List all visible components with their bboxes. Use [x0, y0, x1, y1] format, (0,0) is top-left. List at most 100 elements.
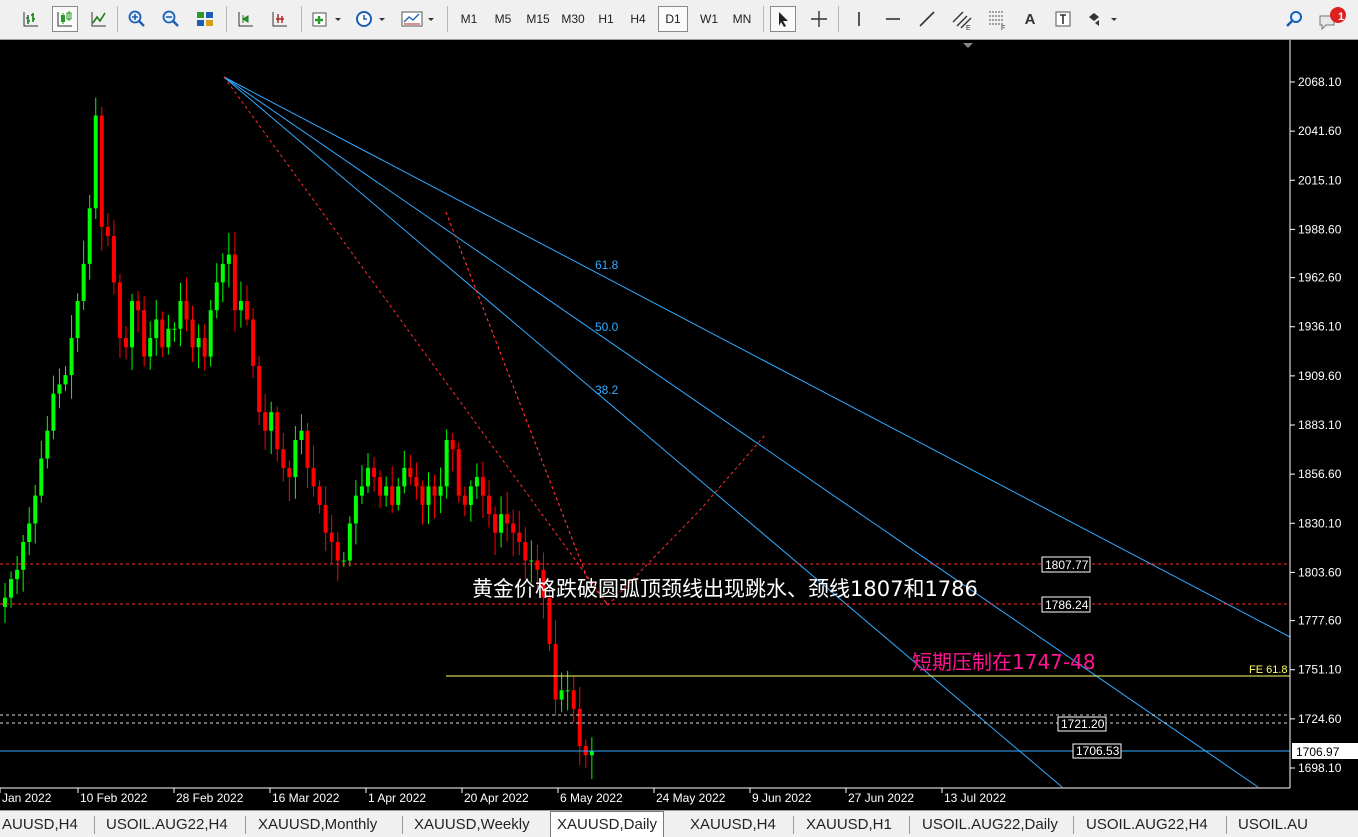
- notifications-icon[interactable]: 1: [1316, 6, 1350, 32]
- candle-body: [480, 477, 485, 496]
- tab-xauusd-h4-b[interactable]: XAUUSD,H4: [690, 813, 776, 837]
- candle-body: [226, 254, 231, 264]
- tab-usoil-aug22-daily[interactable]: USOIL.AUG22,Daily: [922, 813, 1058, 837]
- candle-body: [317, 486, 322, 505]
- candle-body: [402, 467, 407, 487]
- tile-windows-icon[interactable]: [192, 6, 218, 32]
- price-tick-label: 1856.60: [1298, 467, 1342, 481]
- candle-body: [214, 282, 219, 311]
- price-tick-label: 1777.60: [1298, 614, 1342, 628]
- timeframe-h1[interactable]: H1: [592, 6, 620, 32]
- svg-text:F: F: [1001, 25, 1005, 30]
- candle-body: [130, 300, 135, 348]
- price-tick-label: 1936.10: [1298, 320, 1342, 334]
- candle-body: [142, 310, 147, 357]
- candle-body: [390, 486, 395, 505]
- text-label-icon[interactable]: [1050, 6, 1076, 32]
- autoscroll-icon[interactable]: [267, 6, 293, 32]
- tab-xauusd-daily[interactable]: XAUUSD,Daily: [550, 811, 665, 837]
- candle-body: [408, 467, 413, 478]
- tab-usoil-partial[interactable]: USOIL.AU: [1238, 813, 1308, 837]
- timeframe-h4[interactable]: H4: [624, 6, 652, 32]
- candle-body: [281, 449, 286, 468]
- candle-body: [136, 300, 141, 311]
- bar-chart-icon[interactable]: [18, 6, 44, 32]
- candle-body: [341, 560, 346, 562]
- fibonacci-icon[interactable]: F: [984, 6, 1010, 32]
- price-chart[interactable]: 61.8 50.0 38.2 1807.77 1786.24 FE 61.8 1…: [0, 40, 1358, 810]
- timeframe-m1[interactable]: M1: [455, 6, 483, 32]
- zoom-out-icon[interactable]: [158, 6, 184, 32]
- candle-body: [99, 115, 104, 227]
- candle-body: [414, 477, 419, 487]
- price-tick-label: 1883.10: [1298, 418, 1342, 432]
- timeframe-w1[interactable]: W1: [694, 6, 724, 32]
- fan-label-61.8: 61.8: [595, 258, 619, 272]
- candle-body: [517, 532, 522, 542]
- tab-xauusd-weekly[interactable]: XAUUSD,Weekly: [414, 813, 530, 837]
- crosshair-icon[interactable]: [806, 6, 832, 32]
- price-tick-label: 2041.60: [1298, 124, 1342, 138]
- timeframe-mn[interactable]: MN: [727, 6, 757, 32]
- horizontal-line-icon[interactable]: [880, 6, 906, 32]
- candle-body: [293, 440, 298, 478]
- date-tick-label: 27 Jun 2022: [848, 791, 914, 805]
- candle-body: [384, 486, 389, 496]
- timeframe-m15[interactable]: M15: [522, 6, 554, 32]
- candle-body: [117, 282, 122, 339]
- date-tick-label: 6 May 2022: [560, 791, 623, 805]
- new-indicator-icon[interactable]: [308, 6, 344, 32]
- zoom-in-icon[interactable]: [124, 6, 150, 32]
- timeframe-m5[interactable]: M5: [488, 6, 518, 32]
- candle-body: [15, 569, 20, 580]
- equidistant-channel-icon[interactable]: E: [948, 6, 976, 32]
- candle-body: [577, 708, 582, 746]
- tab-xauusd-h4-a[interactable]: AUUSD,H4: [2, 813, 78, 837]
- annotation-neckline: 黄金价格跌破圆弧顶颈线出现跳水、颈线1807和1786: [472, 577, 978, 601]
- price-tick-label: 2015.10: [1298, 173, 1342, 187]
- candle-body: [589, 751, 594, 756]
- cursor-icon[interactable]: [770, 6, 796, 32]
- chart-shift-icon[interactable]: [233, 6, 259, 32]
- label-1706: 1706.53: [1076, 744, 1120, 758]
- date-tick-label: 24 May 2022: [656, 791, 726, 805]
- candle-body: [124, 338, 128, 348]
- text-tool-icon[interactable]: A: [1017, 6, 1043, 32]
- fan-label-38.2: 38.2: [595, 383, 619, 397]
- candle-body: [33, 495, 38, 524]
- label-1786: 1786.24: [1045, 598, 1089, 612]
- search-icon[interactable]: [1282, 6, 1308, 32]
- templates-icon[interactable]: [398, 6, 438, 32]
- timeframe-m30[interactable]: M30: [557, 6, 589, 32]
- candle-body: [529, 560, 534, 562]
- candle-body: [553, 643, 558, 700]
- candle-body: [559, 690, 564, 700]
- date-tick-label: Jan 2022: [2, 791, 52, 805]
- periods-clock-icon[interactable]: [352, 6, 388, 32]
- candle-body: [456, 449, 461, 496]
- tab-usoil-aug22-h4-b[interactable]: USOIL.AUG22,H4: [1086, 813, 1208, 837]
- arrows-icon[interactable]: [1084, 6, 1120, 32]
- timeframe-d1[interactable]: D1: [658, 6, 688, 32]
- candle-body: [499, 514, 504, 533]
- tab-xauusd-h1[interactable]: XAUUSD,H1: [806, 813, 892, 837]
- candle-body: [329, 532, 334, 542]
- candle-body: [366, 467, 370, 487]
- tab-usoil-aug22-h4-a[interactable]: USOIL.AUG22,H4: [106, 813, 228, 837]
- candle-body: [154, 319, 159, 339]
- tab-xauusd-monthly[interactable]: XAUUSD,Monthly: [258, 813, 377, 837]
- trendline-icon[interactable]: [914, 6, 940, 32]
- candle-body: [251, 319, 256, 366]
- candle-body: [220, 263, 225, 283]
- candle-body: [378, 477, 383, 496]
- candle-body: [148, 338, 153, 357]
- price-tick-label: 1988.60: [1298, 222, 1342, 236]
- candlestick-icon[interactable]: [52, 6, 78, 32]
- candle-body: [3, 597, 7, 607]
- label-fe-61.8: FE 61.8: [1249, 664, 1288, 676]
- vertical-line-icon[interactable]: [846, 6, 872, 32]
- line-chart-icon[interactable]: [86, 6, 112, 32]
- date-tick-label: 10 Feb 2022: [80, 791, 148, 805]
- candle-body: [493, 514, 498, 533]
- candle-body: [190, 319, 195, 348]
